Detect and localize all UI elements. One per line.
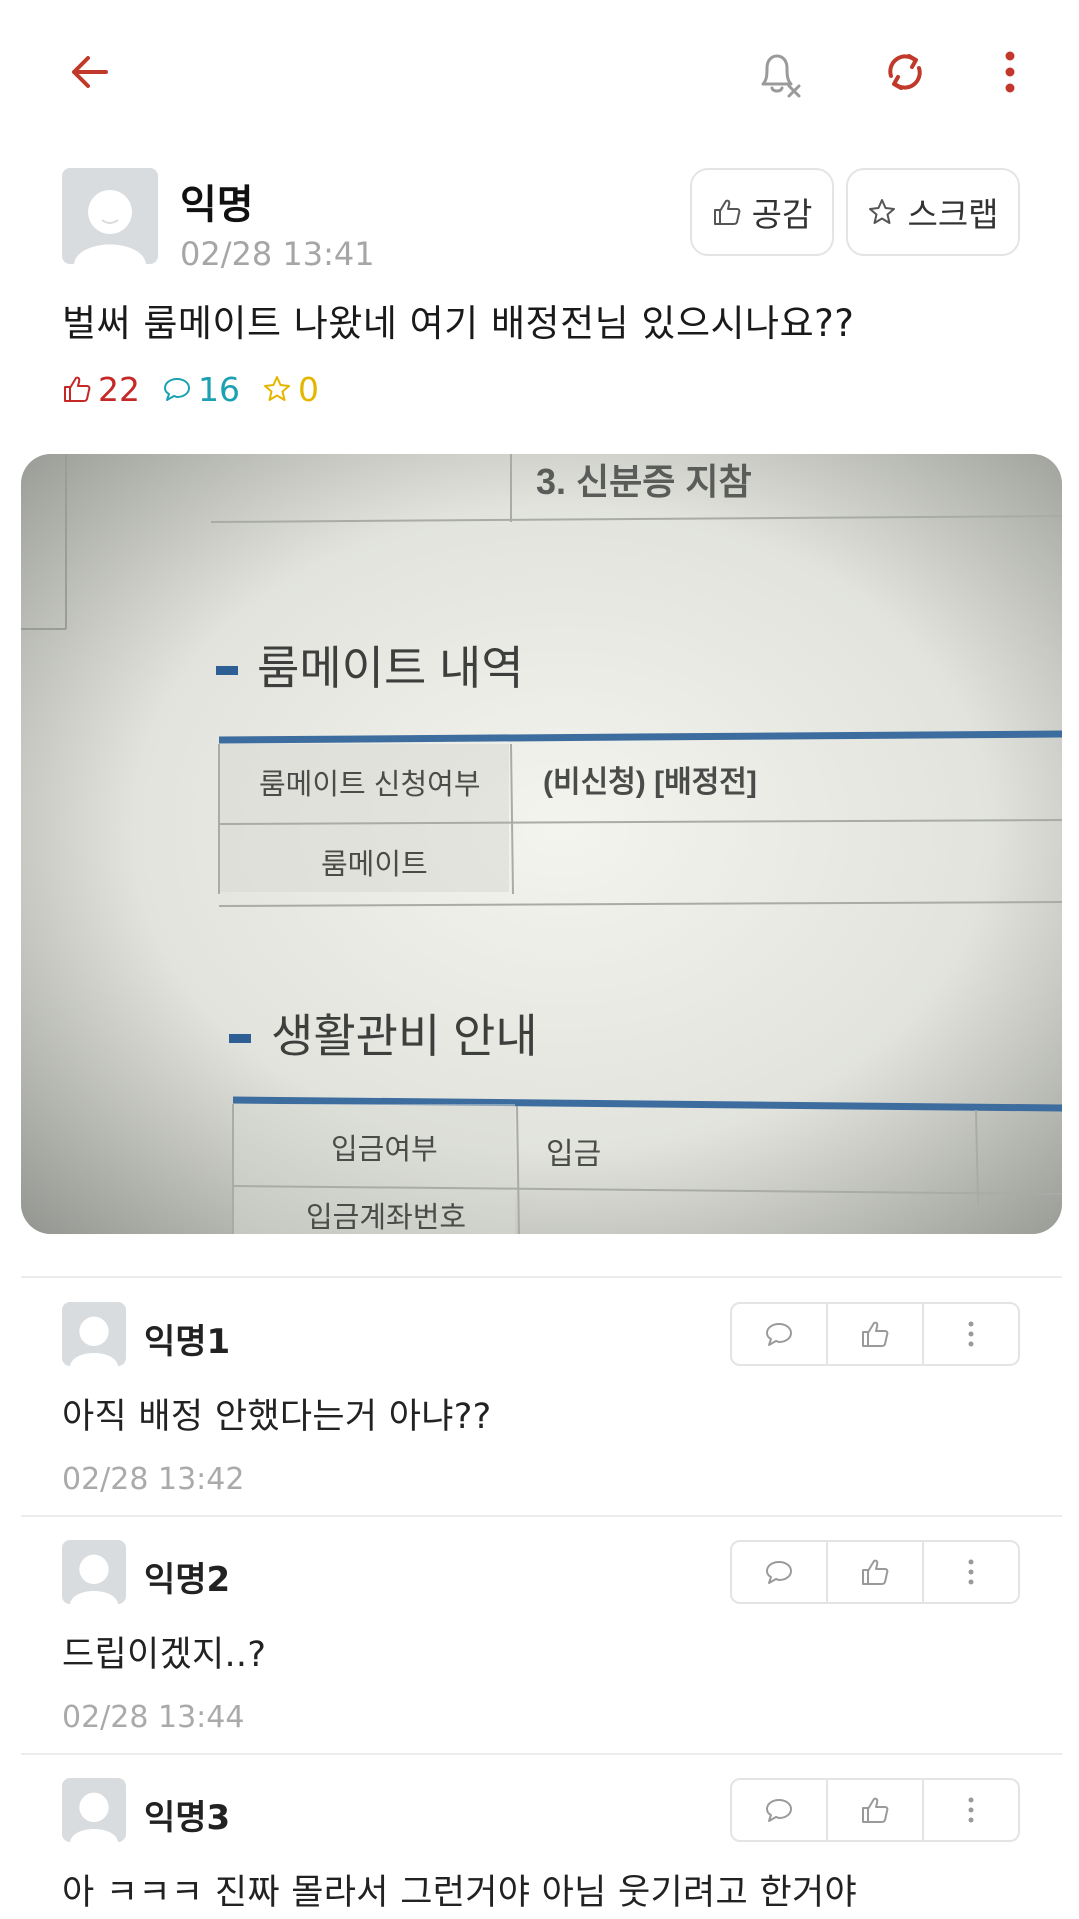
top-bar (0, 0, 1079, 150)
like-button[interactable]: 공감 (690, 168, 834, 256)
speech-bubble-icon (766, 1561, 792, 1584)
comment-body: 아직 배정 안했다는거 아냐?? (62, 1397, 492, 1437)
photo-row-roommate-label: 룸메이트 (321, 849, 428, 881)
comment-item: 익명3 아 ㅋㅋㅋ 진짜 몰라서 그런거야 아님 웃기려고 한거야 (0, 1778, 1079, 1919)
scrap-button-label: 스크랩 (907, 195, 999, 234)
refresh-button[interactable] (875, 42, 935, 102)
scrap-count: 0 (262, 370, 319, 409)
star-icon (264, 376, 290, 401)
divider (21, 1753, 1062, 1755)
article-page: 익명 02/28 13:41 공감 스크랩 벌써 룸메이트 나왔네 여기 배정전… (0, 0, 1079, 1919)
comment-timestamp: 02/28 13:44 (62, 1700, 245, 1735)
post-body: 벌써 룸메이트 나왔네 여기 배정전님 있으시나요?? (62, 302, 855, 345)
divider (21, 1276, 1062, 1278)
avatar (62, 1778, 126, 1842)
comment-actions (730, 1778, 1020, 1842)
default-avatar-icon (70, 1316, 118, 1366)
post-stats: 22 16 0 (62, 367, 341, 411)
notification-toggle-button[interactable] (745, 44, 809, 104)
thumbs-up-icon (862, 1797, 889, 1823)
like-count: 22 (62, 370, 140, 409)
thumbs-up-icon (862, 1559, 889, 1585)
back-button[interactable] (60, 42, 120, 102)
speech-bubble-icon (766, 1799, 792, 1822)
comment-body: 드립이겠지..? (62, 1635, 267, 1675)
screen-photo: 3. 신분증 지참 룸메이트 내역 룸메이트 신청여부 (비신청) [배정전] … (21, 454, 1062, 1234)
more-vertical-icon (968, 1559, 974, 1585)
star-icon (869, 199, 896, 224)
comment-author: 익명3 (144, 1798, 231, 1838)
like-button-label: 공감 (751, 195, 813, 234)
scrap-count-value: 0 (298, 369, 319, 409)
default-avatar-icon (74, 190, 146, 264)
reply-button[interactable] (732, 1542, 828, 1602)
thumbs-up-icon (713, 199, 741, 225)
comment-more-button[interactable] (924, 1542, 1018, 1602)
post-image[interactable]: 3. 신분증 지참 룸메이트 내역 룸메이트 신청여부 (비신청) [배정전] … (21, 454, 1062, 1234)
comment-author: 익명2 (144, 1560, 231, 1600)
divider (21, 1515, 1062, 1517)
more-vertical-icon (1005, 51, 1015, 93)
speech-bubble-icon (766, 1323, 792, 1346)
default-avatar-icon (70, 1792, 118, 1842)
photo-section-fee: 생활관비 안내 (271, 1010, 538, 1062)
scrap-button[interactable]: 스크랩 (846, 168, 1020, 256)
avatar (62, 168, 158, 264)
comment-like-button[interactable] (828, 1780, 924, 1840)
like-count-value: 22 (98, 369, 140, 409)
photo-row-deposit-label: 입금여부 (331, 1133, 438, 1166)
post-author: 익명 (180, 182, 254, 228)
photo-row-roommate-apply-label: 룸메이트 신청여부 (259, 769, 481, 801)
comment-actions (730, 1302, 1020, 1366)
photo-text-id-card: 3. 신분증 지참 (536, 461, 752, 502)
thumbs-up-icon (64, 376, 91, 402)
comment-timestamp: 02/28 13:42 (62, 1462, 245, 1497)
comment-count-value: 16 (198, 369, 240, 409)
reply-button[interactable] (732, 1304, 828, 1364)
comment-author: 익명1 (144, 1322, 231, 1362)
default-avatar-icon (70, 1554, 118, 1604)
avatar (62, 1540, 126, 1604)
speech-bubble-icon (164, 378, 190, 401)
thumbs-up-icon (862, 1321, 889, 1347)
more-vertical-icon (968, 1321, 974, 1347)
post-timestamp: 02/28 13:41 (180, 235, 375, 273)
more-vertical-icon (968, 1797, 974, 1823)
comment-more-button[interactable] (924, 1304, 1018, 1364)
arrow-left-icon (72, 56, 108, 88)
reply-button[interactable] (732, 1780, 828, 1840)
bell-off-icon (761, 54, 801, 98)
photo-row-account-label: 입금계좌번호 (306, 1201, 466, 1234)
comment-body: 아 ㅋㅋㅋ 진짜 몰라서 그런거야 아님 웃기려고 한거야 (62, 1873, 857, 1913)
avatar (62, 1302, 126, 1366)
comment-item: 익명1 아직 배정 안했다는거 아냐?? 02/28 13:42 (0, 1302, 1079, 1502)
more-button[interactable] (990, 42, 1030, 102)
photo-section-roommate: 룸메이트 내역 (257, 642, 524, 694)
comment-like-button[interactable] (828, 1304, 924, 1364)
comment-item: 익명2 드립이겠지..? 02/28 13:44 (0, 1540, 1079, 1740)
comment-actions (730, 1540, 1020, 1604)
photo-row-roommate-apply-value: (비신청) [배정전] (543, 766, 757, 799)
comment-more-button[interactable] (924, 1780, 1018, 1840)
comment-like-button[interactable] (828, 1542, 924, 1602)
comment-count: 16 (162, 370, 240, 409)
photo-row-deposit-value: 입금 (546, 1138, 601, 1171)
refresh-icon (888, 54, 922, 90)
